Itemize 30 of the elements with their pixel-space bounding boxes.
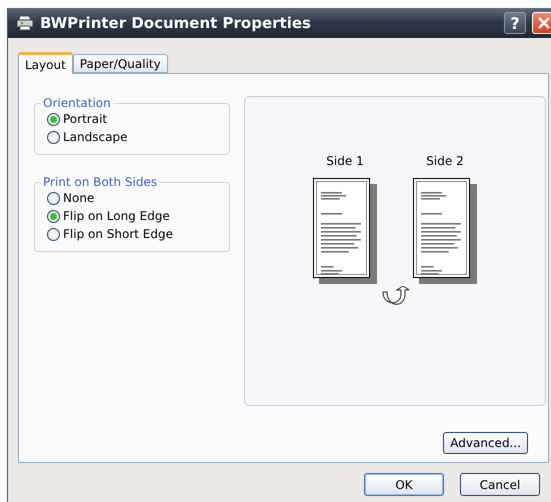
radio-label: Flip on Long Edge xyxy=(63,209,170,223)
radio-button[interactable] xyxy=(47,228,60,240)
printer-icon xyxy=(16,15,34,31)
radio-button[interactable] xyxy=(47,210,60,222)
group-title: Print on Both Sides xyxy=(42,175,158,189)
tab[interactable]: Paper/Quality xyxy=(72,54,168,73)
radio-button[interactable] xyxy=(47,130,60,144)
radio-option[interactable]: None xyxy=(47,191,229,205)
radio-label: None xyxy=(63,191,94,205)
radio-option[interactable]: Flip on Short Edge xyxy=(47,227,229,241)
close-button[interactable] xyxy=(532,12,551,34)
radio-button[interactable] xyxy=(47,192,60,204)
side-label: Side 2 xyxy=(426,154,464,168)
help-button[interactable]: ? xyxy=(504,12,526,34)
close-icon xyxy=(537,16,551,30)
advanced-button[interactable]: Advanced... xyxy=(443,432,528,454)
radio-option[interactable]: Portrait xyxy=(47,112,229,126)
window-title: BWPrinter Document Properties xyxy=(40,14,312,32)
radio-button[interactable] xyxy=(47,112,60,126)
radio-label: Landscape xyxy=(63,130,128,144)
dialog-button[interactable]: OK xyxy=(364,473,444,496)
radio-option[interactable]: Flip on Long Edge xyxy=(47,209,229,223)
flip-arrow-icon xyxy=(381,286,409,306)
dialog-button[interactable]: Cancel xyxy=(460,473,540,496)
radio-option[interactable]: Landscape xyxy=(47,130,229,144)
side-label: Side 1 xyxy=(326,154,364,168)
radio-label: Portrait xyxy=(63,112,108,126)
tab[interactable]: Layout xyxy=(18,52,73,74)
group-title: Orientation xyxy=(42,96,112,110)
radio-label: Flip on Short Edge xyxy=(63,227,173,241)
